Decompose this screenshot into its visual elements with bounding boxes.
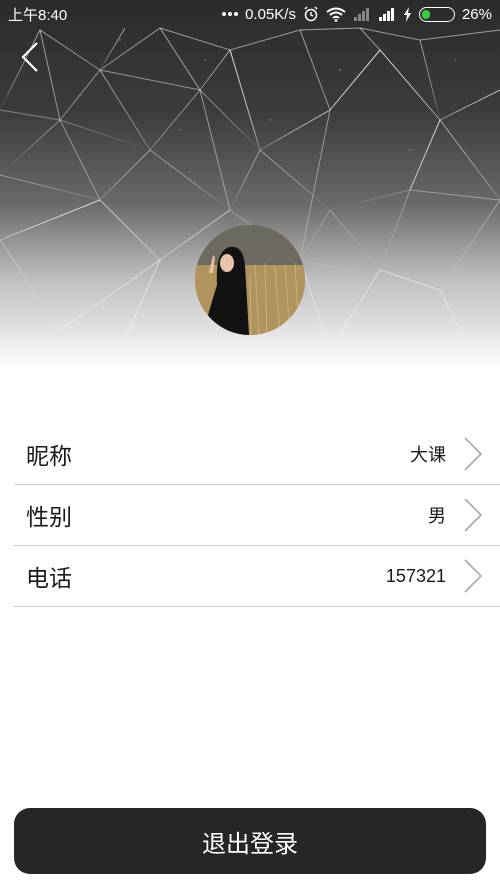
more-dots-icon <box>222 11 239 17</box>
chevron-right-icon <box>464 437 483 471</box>
phone-row[interactable]: 电话 157321 <box>14 546 500 607</box>
status-time: 上午8:40 <box>8 6 68 24</box>
signal-icon <box>378 7 396 21</box>
logout-button[interactable]: 退出登录 <box>14 808 486 874</box>
signal-weak-icon <box>353 7 371 21</box>
nickname-row[interactable]: 昵称 大课 <box>14 424 500 485</box>
network-speed: 0.05K/s <box>245 5 296 23</box>
chevron-right-icon <box>464 559 483 593</box>
nickname-value: 大课 <box>410 445 446 465</box>
row-label: 性别 <box>26 505 72 531</box>
battery-percent: 26% <box>461 5 492 23</box>
phone-value: 157321 <box>385 565 446 586</box>
profile-info-list: 昵称 大课 性别 男 电话 157321 <box>14 424 500 607</box>
chevron-left-icon <box>21 42 38 72</box>
row-label: 昵称 <box>26 444 72 470</box>
profile-photo <box>195 225 305 335</box>
chevron-right-icon <box>464 498 483 532</box>
row-label: 电话 <box>26 566 72 592</box>
back-button[interactable] <box>14 38 46 76</box>
gender-value: 男 <box>428 506 446 526</box>
wifi-icon <box>326 7 346 22</box>
battery-icon <box>418 6 455 22</box>
status-bar: 上午8:40 0.05K/s 26% <box>0 0 500 28</box>
profile-header: 上午8:40 0.05K/s 26% <box>0 0 500 370</box>
alarm-icon <box>303 6 319 22</box>
avatar[interactable] <box>195 225 305 335</box>
charging-icon <box>403 6 412 22</box>
gender-row[interactable]: 性别 男 <box>14 485 500 546</box>
battery-level <box>421 9 430 19</box>
